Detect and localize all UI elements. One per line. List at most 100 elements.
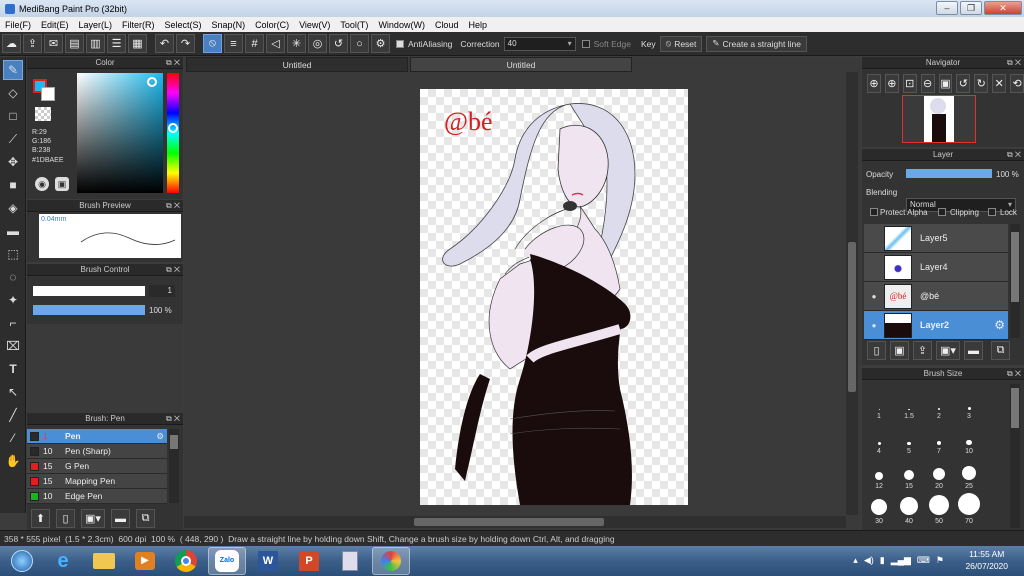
correction-select[interactable]: 40 xyxy=(503,36,576,51)
powerpoint-icon[interactable]: P xyxy=(290,547,328,575)
maximize-button[interactable]: ❐ xyxy=(960,1,982,15)
gear-icon[interactable]: ⚙ xyxy=(994,318,1005,332)
zoom-out-icon[interactable]: ⊖ xyxy=(920,74,935,93)
layer-row-layer5[interactable]: Layer5 xyxy=(864,224,1008,253)
share-icon[interactable]: ⇪ xyxy=(23,34,42,53)
list-icon[interactable]: ☰ xyxy=(107,34,126,53)
brush-item-mapping-pen[interactable]: 15 Mapping Pen xyxy=(27,474,167,489)
minimize-button[interactable]: – xyxy=(936,1,958,15)
comment-icon[interactable]: ✉ xyxy=(44,34,63,53)
document-icon[interactable]: ▥ xyxy=(86,34,105,53)
duplicate-icon[interactable]: ⧉ xyxy=(136,509,155,528)
menu-window[interactable]: Window(W) xyxy=(373,20,430,30)
lock-checkbox[interactable] xyxy=(988,208,996,216)
layer-row-layer4[interactable]: Layer4 xyxy=(864,253,1008,282)
clock[interactable]: 11:55 AM 26/07/2020 xyxy=(965,548,1008,572)
fit-icon[interactable]: ⊡ xyxy=(902,74,917,93)
cloud-icon[interactable]: ☁ xyxy=(2,34,21,53)
reset-view-icon[interactable]: ⟲ xyxy=(1010,74,1024,93)
saturation-value-picker[interactable] xyxy=(77,73,163,193)
new-layer-icon[interactable]: ▯ xyxy=(867,341,886,360)
brush-size-option[interactable]: 20 xyxy=(926,460,952,492)
gear-icon[interactable]: ⚙ xyxy=(156,431,164,442)
close-icon[interactable]: ⧉ ✕ xyxy=(166,413,180,425)
start-button[interactable] xyxy=(3,547,41,575)
brush-size-option[interactable]: 4 xyxy=(866,425,892,457)
snap-off-icon[interactable]: ⦸ xyxy=(203,34,222,53)
rotate-left-icon[interactable]: ↺ xyxy=(956,74,971,93)
close-icon[interactable]: ⧉ ✕ xyxy=(166,264,180,276)
brush-size-option[interactable]: 10 xyxy=(956,425,982,457)
panel-icon[interactable]: ▤ xyxy=(65,34,84,53)
eyedropper-tool-icon[interactable]: ⁄ xyxy=(3,428,23,448)
menu-snap[interactable]: Snap(N) xyxy=(207,20,251,30)
file-explorer-icon[interactable] xyxy=(85,547,123,575)
brush-size-option[interactable]: 15 xyxy=(896,460,922,492)
chrome-icon[interactable] xyxy=(167,547,205,575)
menu-layer[interactable]: Layer(L) xyxy=(74,20,118,30)
close-icon[interactable]: ⧉ ✕ xyxy=(1007,368,1021,380)
calculator-icon[interactable] xyxy=(331,547,369,575)
color-wheel-toggle-icon[interactable]: ◉ xyxy=(35,177,49,191)
zoom-in-icon[interactable]: ⊕ xyxy=(867,74,881,93)
zalo-icon[interactable]: Zalo xyxy=(208,547,246,575)
layer-folder-icon[interactable]: ▬ xyxy=(964,341,983,360)
brush-size-option[interactable]: 30 xyxy=(866,495,892,527)
eraser-tool-icon[interactable]: ◇ xyxy=(3,83,23,103)
new-brush-icon[interactable]: ▯ xyxy=(56,509,75,528)
close-icon[interactable]: ⧉ ✕ xyxy=(1007,57,1021,69)
brush-size-option[interactable]: 1 xyxy=(866,390,892,422)
horizontal-scrollbar[interactable] xyxy=(184,516,846,528)
eye-icon[interactable]: ● xyxy=(864,321,884,330)
transparent-color-swatch[interactable] xyxy=(35,107,51,121)
rectangle-tool-icon[interactable]: □ xyxy=(3,106,23,126)
select-pen-icon[interactable]: ⌐ xyxy=(3,313,23,333)
brush-tool-icon[interactable]: ✎ xyxy=(3,60,23,80)
brush-size-option[interactable]: 7 xyxy=(926,425,952,457)
actual-size-icon[interactable]: ▣ xyxy=(938,74,953,93)
background-color-swatch[interactable] xyxy=(41,87,55,101)
brush-size-option[interactable]: 70 xyxy=(956,493,982,527)
antialias-checkbox[interactable] xyxy=(396,39,404,48)
brush-size-slider[interactable] xyxy=(33,286,145,296)
cross-snap-icon[interactable]: # xyxy=(245,34,264,53)
undo-icon[interactable]: ↶ xyxy=(155,34,174,53)
dot-tool-icon[interactable]: ⟋ xyxy=(3,129,23,149)
vertical-scrollbar[interactable] xyxy=(846,72,858,515)
menu-help[interactable]: Help xyxy=(463,20,492,30)
layer-row-layer2[interactable]: ● Layer2 ⚙ xyxy=(864,311,1008,340)
layer-row-watermark[interactable]: ● @bé @bé xyxy=(864,282,1008,311)
ring-snap-icon[interactable]: ○ xyxy=(350,34,369,53)
redo-icon[interactable]: ↷ xyxy=(176,34,195,53)
rotate-right-icon[interactable]: ↻ xyxy=(974,74,989,93)
eye-icon[interactable]: ● xyxy=(864,292,884,301)
select-rect-icon[interactable]: ⬚ xyxy=(3,244,23,264)
parallel-snap-icon[interactable]: ≡ xyxy=(224,34,243,53)
menu-select[interactable]: Select(S) xyxy=(160,20,207,30)
soft-edge-checkbox[interactable] xyxy=(581,39,590,48)
language-icon[interactable]: ⌨ xyxy=(917,555,930,566)
radial-snap-icon[interactable]: ✳ xyxy=(287,34,306,53)
straight-line-button[interactable]: ✎ Create a straight line xyxy=(706,35,807,52)
flag-icon[interactable]: ⚑ xyxy=(936,555,944,566)
drawing-canvas[interactable]: @bé xyxy=(420,89,688,505)
medibang-icon[interactable] xyxy=(372,547,410,575)
brush-size-option[interactable]: 25 xyxy=(956,460,982,492)
doc-tab-2[interactable]: Untitled xyxy=(410,57,632,72)
curve-snap-icon[interactable]: ↺ xyxy=(329,34,348,53)
menu-color[interactable]: Color(C) xyxy=(250,20,294,30)
reset-button[interactable]: ⦸ Reset xyxy=(659,35,703,52)
word-icon[interactable]: W xyxy=(249,547,287,575)
circle-snap-icon[interactable]: ◎ xyxy=(308,34,327,53)
add-brush-icon[interactable]: ⬆ xyxy=(31,509,50,528)
menu-view[interactable]: View(V) xyxy=(294,20,335,30)
brush-item-edge-pen[interactable]: 10 Edge Pen xyxy=(27,489,167,504)
divide-tool-icon[interactable]: ╱ xyxy=(3,405,23,425)
menu-filter[interactable]: Filter(R) xyxy=(117,20,160,30)
network-icon[interactable]: ▂▄▆ xyxy=(891,555,911,566)
navigator-thumbnail[interactable] xyxy=(902,95,976,143)
doc-tab-1[interactable]: Untitled xyxy=(186,57,408,72)
menu-file[interactable]: File(F) xyxy=(0,20,36,30)
brush-size-option[interactable]: 12 xyxy=(866,460,892,492)
media-player-icon[interactable]: ▶ xyxy=(126,547,164,575)
